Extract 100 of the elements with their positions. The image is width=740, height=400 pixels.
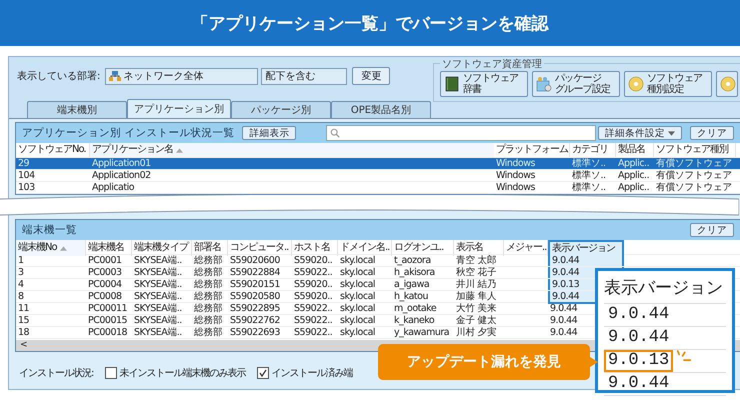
tab[interactable]: 端末機別 xyxy=(27,101,127,118)
table-cell-text: S59022895 xyxy=(229,303,281,314)
column-header[interactable]: アプリケーション名 xyxy=(90,143,494,157)
column-header[interactable]: ソフトウェア種別 xyxy=(654,143,736,157)
column-header[interactable]: 端末機名 xyxy=(86,240,132,256)
column-header[interactable]: 製品名 xyxy=(616,143,654,157)
table-cell-text: Windows xyxy=(495,158,536,169)
checkbox[interactable] xyxy=(105,367,118,379)
tab[interactable]: アプリケーション別 xyxy=(127,99,231,118)
asset-button[interactable]: ソフトウェア 種別設定 xyxy=(624,71,712,97)
network-icon xyxy=(109,70,122,82)
table-cell-text: 15 xyxy=(17,315,30,326)
table-cell-text: 総務部 xyxy=(193,255,224,266)
table-cell-text: S59020.. xyxy=(293,255,334,266)
panel-title: アプリケーション別 インストール状況一覧 xyxy=(22,126,234,140)
table-cell-text: 103 xyxy=(17,182,36,193)
sort-arrow-icon xyxy=(176,148,183,152)
table-row[interactable]: 104 Application02 Windows 標準ソ.. Applic.. 有償ソフトウェア xyxy=(16,170,740,182)
table-cell-text: 川村 夕実 xyxy=(455,327,498,338)
table-cell-text: 有償ソフトウェア xyxy=(655,158,733,169)
checkbox-label: 未インストール端末機のみ表示 xyxy=(119,366,246,380)
search-icon xyxy=(330,128,340,138)
table-cell-text: 18 xyxy=(17,327,30,338)
table-cell-text: 8 xyxy=(17,291,25,304)
scope-field[interactable]: 配下を含む xyxy=(261,68,348,84)
table-cell-text: 総務部 xyxy=(193,303,224,314)
table-cell: 9.0.44 xyxy=(548,255,624,266)
table-cell-text: S59020.. xyxy=(293,279,334,290)
table-cell-text: PC0008 xyxy=(87,291,123,304)
sort-arrow-icon xyxy=(60,246,67,250)
table-cell-text: S59022.. xyxy=(293,303,334,314)
table-cell-text: sky.local xyxy=(339,315,376,326)
checkbox-label: インストール済み端 xyxy=(271,366,352,380)
column-header[interactable]: 部署名 xyxy=(192,240,228,256)
column-header[interactable]: プラットフォーム xyxy=(494,143,570,157)
column-header[interactable]: コンピュータ.. xyxy=(228,240,292,256)
asset-button[interactable] xyxy=(716,71,738,97)
table-cell-text: Application01 xyxy=(91,158,152,169)
column-header[interactable]: ログオンユ.. xyxy=(392,240,454,256)
install-status-label: インストール状況: xyxy=(19,366,94,380)
table-cell-text: 標準ソ.. xyxy=(571,158,607,169)
tab[interactable]: パッケージ別 xyxy=(231,101,331,118)
column-header[interactable]: ホスト名 xyxy=(292,240,338,256)
checkbox[interactable] xyxy=(257,367,270,379)
table-cell-text: S59022.. xyxy=(293,267,334,278)
table-row[interactable]: 29 Application01 Windows 標準ソ.. Applic.. 有償ソフトウェア xyxy=(16,158,740,170)
column-header[interactable]: 端末機タイプ xyxy=(132,240,192,256)
table-cell-text: Applic.. xyxy=(617,170,650,181)
asset-button[interactable]: パッケージ グループ設定 xyxy=(532,71,620,97)
disc-icon xyxy=(720,76,736,92)
column-header[interactable]: カテゴリ xyxy=(570,143,616,157)
table-cell-text: 104 xyxy=(17,170,36,181)
version-value: 9.0.44 xyxy=(607,373,670,395)
table-cell-text: Application02 xyxy=(91,170,152,181)
filter-button[interactable]: 詳細条件設定 xyxy=(598,126,682,140)
column-header[interactable]: 端末機No xyxy=(16,240,86,256)
package-icon xyxy=(536,76,552,92)
table-cell-text: Applic.. xyxy=(617,158,650,169)
clear-button[interactable]: クリア xyxy=(690,126,734,140)
panel-title: 端末機一覧 xyxy=(22,223,77,237)
table-cell-text: sky.local xyxy=(339,279,376,290)
column-header[interactable]: 表示名 xyxy=(454,240,504,256)
tab[interactable]: OPE製品名別 xyxy=(331,101,431,118)
table-cell-text: S59022.. xyxy=(293,315,334,326)
table-cell-text: 総務部 xyxy=(193,267,224,278)
table-cell-text: 加藤 隼人 xyxy=(455,291,498,303)
table-cell-text: S59022762 xyxy=(229,315,281,326)
asset-button[interactable]: ソフトウェア 辞書 xyxy=(440,71,528,97)
table-cell-text: 有償ソフトウェア xyxy=(655,170,733,181)
clear-button[interactable]: クリア xyxy=(690,223,734,237)
department-field[interactable]: ネットワーク全体 xyxy=(105,68,258,84)
column-header[interactable]: ドメイン名.. xyxy=(338,240,392,256)
table-cell-text: SKYSEA端.. xyxy=(133,279,183,290)
book-icon xyxy=(444,76,460,92)
table-cell-text: 大竹 美来 xyxy=(455,303,498,314)
table-cell-text: S59020600 xyxy=(229,255,281,266)
table-cell-text: sky.local xyxy=(339,255,376,266)
table-cell-text: sky.local xyxy=(339,267,376,278)
table-row[interactable]: 103 Applicatio Windows 標準ソ.. Applic.. 有償ソフトウェア xyxy=(16,182,740,194)
change-button[interactable]: 変更 xyxy=(352,67,390,85)
table-cell-text: Windows xyxy=(495,182,536,193)
table-cell-text: 9.0.44 xyxy=(549,315,578,326)
table-cell-text: SKYSEA端.. xyxy=(133,327,183,338)
table-cell-text: k_kaneko xyxy=(393,315,436,326)
table-cell-text: 11 xyxy=(17,303,30,314)
table-cell-text: m_ootake xyxy=(393,303,438,314)
department-label: 表示している部署: xyxy=(17,70,100,83)
table-cell-text: S59020151 xyxy=(229,279,281,290)
column-header[interactable]: 表示バージョン xyxy=(548,240,624,256)
table-cell-text: 秋空 花子 xyxy=(455,267,498,278)
table-cell-text: 有償ソフトウェア xyxy=(655,182,733,193)
table-cell-text: a_igawa xyxy=(393,279,430,290)
table-cell-text: h_katou xyxy=(393,291,429,304)
search-field[interactable] xyxy=(326,125,596,141)
table-cell-text: Applicatio xyxy=(91,182,136,193)
detail-button[interactable]: 詳細表示 xyxy=(242,126,296,140)
table-cell-text: sky.local xyxy=(339,327,376,338)
table-cell-text: 1 xyxy=(17,255,25,266)
table-cell-text: SKYSEA端.. xyxy=(133,303,183,314)
scroll-left-button[interactable]: < xyxy=(20,341,28,350)
